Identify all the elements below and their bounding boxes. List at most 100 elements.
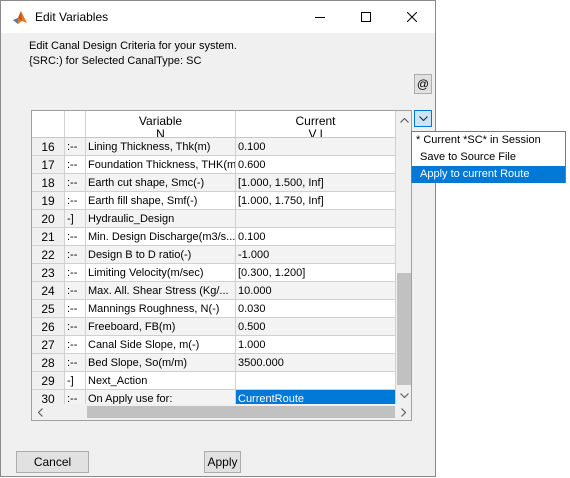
current-value-cell[interactable]: [1.000, 1.500, Inf] xyxy=(236,174,396,192)
current-value-cell[interactable]: 0.030 xyxy=(236,300,396,318)
variable-cell[interactable]: Max. All. Shear Stress (Kg/... xyxy=(86,282,236,300)
row-flag: :-- xyxy=(65,138,86,156)
table-row[interactable]: 22 :-- Design B to D ratio(-) -1.000 xyxy=(32,246,396,264)
table-row[interactable]: 20 -] Hydraulic_Design xyxy=(32,210,396,228)
vertical-scrollbar[interactable] xyxy=(396,111,411,404)
apply-options-dropdown[interactable]: * Current *SC* in Session Save to Source… xyxy=(411,131,566,183)
variable-cell[interactable]: Earth cut shape, Smc(-) xyxy=(86,174,236,192)
variable-cell[interactable]: Limiting Velocity(m/sec) xyxy=(86,264,236,282)
current-value-cell[interactable]: 1.000 xyxy=(236,336,396,354)
row-number: 20 xyxy=(32,210,65,228)
current-value-cell[interactable]: 0.100 xyxy=(236,138,396,156)
table-row[interactable]: 29 -] Next_Action xyxy=(32,372,396,390)
horizontal-scrollbar[interactable] xyxy=(32,404,411,420)
current-value-cell[interactable]: 10.000 xyxy=(236,282,396,300)
row-number: 27 xyxy=(32,336,65,354)
variable-cell[interactable]: Lining Thickness, Thk(m) xyxy=(86,138,236,156)
variable-cell[interactable]: Hydraulic_Design xyxy=(86,210,236,228)
header-current[interactable]: Current V l xyxy=(236,111,396,137)
dropdown-option[interactable]: Save to Source File xyxy=(412,149,565,166)
row-number: 24 xyxy=(32,282,65,300)
variable-cell[interactable]: Next_Action xyxy=(86,372,236,390)
current-value-cell[interactable]: [1.000, 1.750, Inf] xyxy=(236,192,396,210)
scroll-left-arrow[interactable] xyxy=(32,404,48,420)
table-row[interactable]: 16 :-- Lining Thickness, Thk(m) 0.100 xyxy=(32,138,396,156)
scroll-right-arrow[interactable] xyxy=(396,404,411,420)
table-row[interactable]: 30 :-- On Apply use for: CurrentRoute xyxy=(32,390,396,404)
maximize-icon xyxy=(361,12,371,22)
matlab-app-icon xyxy=(12,9,28,25)
dropdown-option[interactable]: * Current *SC* in Session xyxy=(412,132,565,149)
row-flag: :-- xyxy=(65,264,86,282)
row-number: 23 xyxy=(32,264,65,282)
row-flag: :-- xyxy=(65,246,86,264)
row-flag: :-- xyxy=(65,228,86,246)
table-row[interactable]: 27 :-- Canal Side Slope, m(-) 1.000 xyxy=(32,336,396,354)
table-row[interactable]: 25 :-- Mannings Roughness, N(-) 0.030 xyxy=(32,300,396,318)
row-number: 21 xyxy=(32,228,65,246)
table-row[interactable]: 26 :-- Freeboard, FB(m) 0.500 xyxy=(32,318,396,336)
close-button[interactable] xyxy=(389,1,435,33)
variable-cell[interactable]: Design B to D ratio(-) xyxy=(86,246,236,264)
variables-table[interactable]: Variable N Current V l 16 :-- Lining Thi… xyxy=(31,110,412,421)
current-value-cell[interactable] xyxy=(236,210,396,228)
row-number: 26 xyxy=(32,318,65,336)
current-value-cell[interactable]: 3500.000 xyxy=(236,354,396,372)
row-number: 19 xyxy=(32,192,65,210)
variable-cell[interactable]: Bed Slope, So(m/m) xyxy=(86,354,236,372)
vertical-scroll-thumb[interactable] xyxy=(397,273,411,385)
variable-cell[interactable]: Freeboard, FB(m) xyxy=(86,318,236,336)
description-line-2: {SRC:) for Selected CanalType: SC xyxy=(29,55,202,67)
chevron-down-icon xyxy=(399,393,409,398)
current-value-cell[interactable] xyxy=(236,372,396,390)
dropdown-option-selected[interactable]: Apply to current Route xyxy=(412,166,565,183)
scroll-up-arrow[interactable] xyxy=(396,111,411,129)
variable-cell[interactable]: On Apply use for: xyxy=(86,390,236,404)
scroll-down-arrow[interactable] xyxy=(396,387,411,404)
current-value-cell[interactable]: [0.300, 1.200] xyxy=(236,264,396,282)
row-flag: :-- xyxy=(65,336,86,354)
window-title: Edit Variables xyxy=(35,10,109,24)
description-line-1: Edit Canal Design Criteria for your syst… xyxy=(29,40,237,52)
row-flag: :-- xyxy=(65,282,86,300)
variable-cell[interactable]: Canal Side Slope, m(-) xyxy=(86,336,236,354)
header-variable[interactable]: Variable N xyxy=(86,111,236,137)
current-value-cell-selected[interactable]: CurrentRoute xyxy=(236,390,396,404)
cancel-button[interactable]: Cancel xyxy=(16,451,89,473)
variable-cell[interactable]: Mannings Roughness, N(-) xyxy=(86,300,236,318)
row-number: 17 xyxy=(32,156,65,174)
row-flag: :-- xyxy=(65,156,86,174)
row-number: 28 xyxy=(32,354,65,372)
at-button[interactable]: @ xyxy=(414,74,432,94)
table-row[interactable]: 17 :-- Foundation Thickness, THK(m) 0.60… xyxy=(32,156,396,174)
chevron-right-icon xyxy=(401,407,406,417)
current-value-cell[interactable]: 0.600 xyxy=(236,156,396,174)
variable-cell[interactable]: Earth fill shape, Smf(-) xyxy=(86,192,236,210)
row-number: 30 xyxy=(32,390,65,404)
row-number: 22 xyxy=(32,246,65,264)
table-row[interactable]: 23 :-- Limiting Velocity(m/sec) [0.300, … xyxy=(32,264,396,282)
header-flag xyxy=(65,111,86,137)
table-row[interactable]: 24 :-- Max. All. Shear Stress (Kg/... 10… xyxy=(32,282,396,300)
current-value-cell[interactable]: -1.000 xyxy=(236,246,396,264)
header-variable-sublabel: N xyxy=(156,127,165,138)
chevron-down-icon xyxy=(418,116,428,121)
current-value-cell[interactable]: 0.500 xyxy=(236,318,396,336)
apply-button[interactable]: Apply xyxy=(204,451,241,473)
row-flag: :-- xyxy=(65,318,86,336)
maximize-button[interactable] xyxy=(343,1,389,33)
table-row[interactable]: 19 :-- Earth fill shape, Smf(-) [1.000, … xyxy=(32,192,396,210)
horizontal-scroll-thumb[interactable] xyxy=(87,406,395,418)
minimize-button[interactable] xyxy=(297,1,343,33)
variable-cell[interactable]: Foundation Thickness, THK(m) xyxy=(86,156,236,174)
title-bar: Edit Variables xyxy=(1,1,435,33)
table-header: Variable N Current V l xyxy=(32,111,411,138)
variable-cell[interactable]: Min. Design Discharge(m3/s... xyxy=(86,228,236,246)
dropdown-toggle[interactable] xyxy=(414,110,432,127)
row-number: 25 xyxy=(32,300,65,318)
table-row[interactable]: 18 :-- Earth cut shape, Smc(-) [1.000, 1… xyxy=(32,174,396,192)
row-number: 16 xyxy=(32,138,65,156)
table-row[interactable]: 28 :-- Bed Slope, So(m/m) 3500.000 xyxy=(32,354,396,372)
table-row[interactable]: 21 :-- Min. Design Discharge(m3/s... 0.1… xyxy=(32,228,396,246)
current-value-cell[interactable]: 0.100 xyxy=(236,228,396,246)
